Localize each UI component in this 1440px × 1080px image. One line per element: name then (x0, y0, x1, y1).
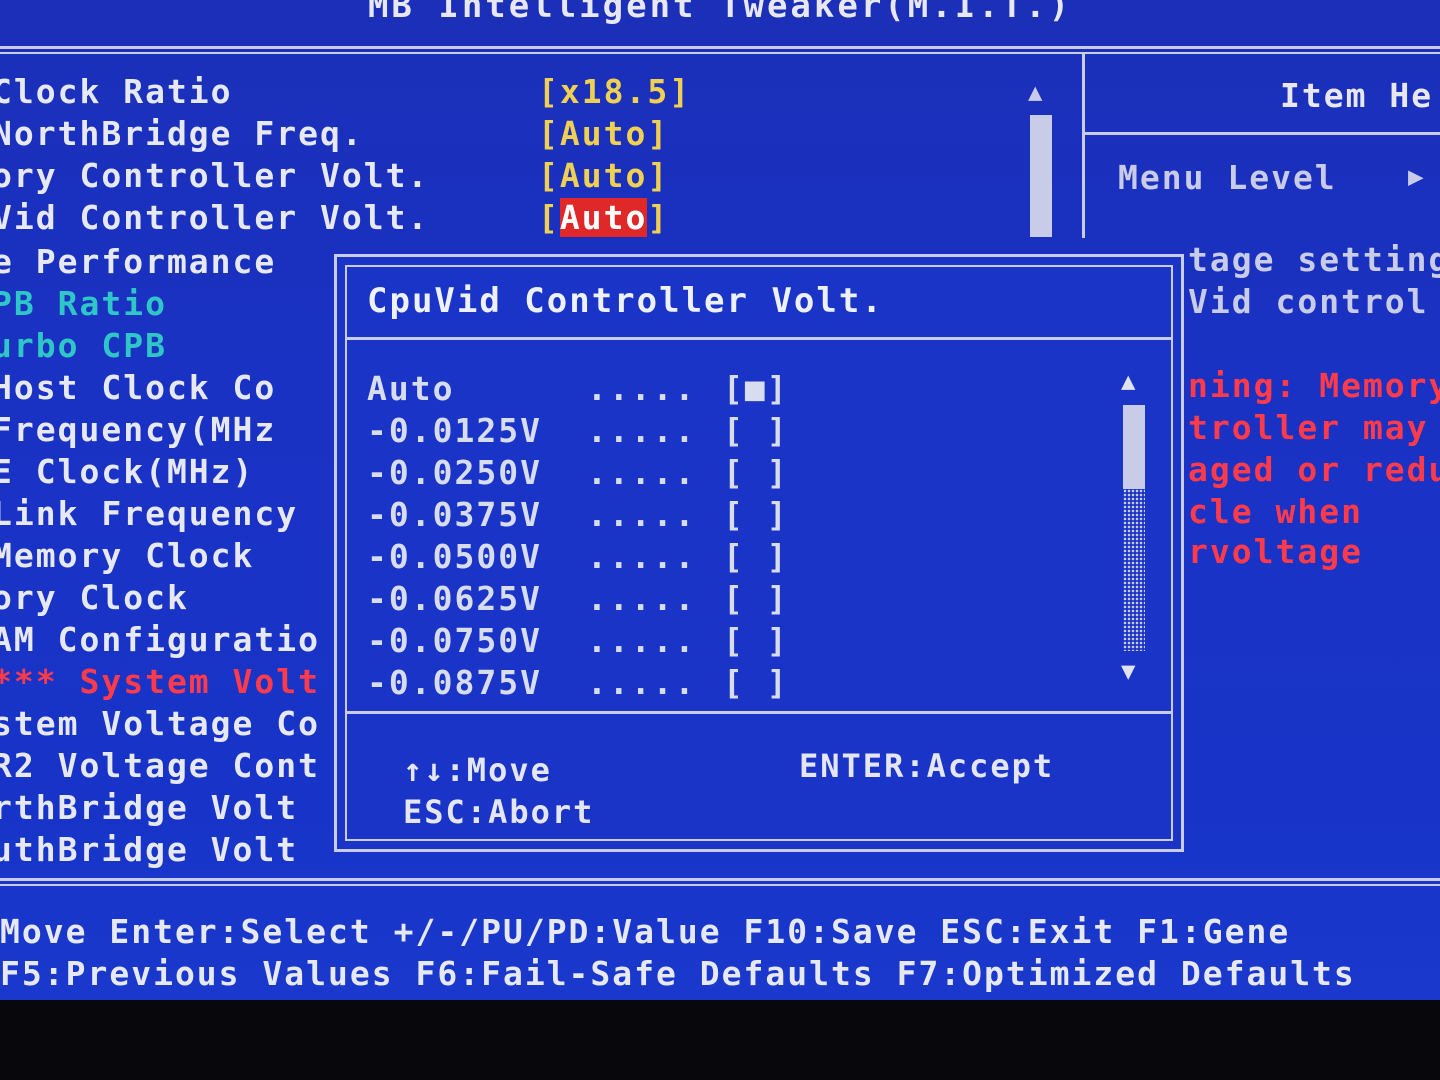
setting-label: AM Configuratio (0, 620, 321, 659)
option-dots: ..... (587, 579, 697, 618)
help-header: Item He (1280, 76, 1434, 115)
help-warning-text: aged or redu (1188, 450, 1440, 489)
setting-label: uthBridge Volt (0, 830, 299, 869)
bottom-divider (0, 878, 1440, 881)
setting-label: R2 Voltage Cont (0, 746, 321, 785)
option-dots: ..... (587, 411, 697, 450)
bios-screen: MB Intelligent Tweaker(M.I.T.) Clock Rat… (0, 0, 1440, 1000)
scroll-up-icon[interactable]: ▲ (1028, 78, 1042, 106)
hint-abort: ESC:Abort (403, 793, 595, 831)
option-dots: ..... (587, 621, 697, 660)
option-label: -0.0500V (367, 537, 542, 576)
arrow-right-icon: ▶ (1408, 162, 1424, 192)
help-text: Vid control (1188, 282, 1429, 321)
option-checkbox[interactable]: [ ] (723, 621, 789, 660)
bottom-divider-inner (0, 884, 1440, 886)
option-checkbox[interactable]: [ ] (723, 495, 789, 534)
option-label: -0.0875V (367, 663, 542, 702)
hint-move: ↑↓:Move (403, 751, 552, 789)
setting-value[interactable]: [Auto] (538, 114, 669, 153)
option-dots: ..... (587, 537, 697, 576)
monitor-bezel (0, 1000, 1440, 1080)
setting-row[interactable]: ory Controller Volt. [Auto] (0, 156, 1030, 196)
option-checkbox[interactable]: [ ] (723, 453, 789, 492)
help-warning-text: ning: Memory (1188, 366, 1440, 405)
dialog-scrollbar-thumb[interactable] (1123, 405, 1145, 489)
setting-label: Memory Clock (0, 536, 255, 575)
option-checkbox[interactable]: [ ] (723, 537, 789, 576)
dialog-title: CpuVid Controller Volt. (367, 281, 884, 321)
option-checkbox[interactable]: [ ] (723, 411, 789, 450)
dialog-scrollbar-track[interactable] (1123, 489, 1145, 651)
footer-keys-line2: F5:Previous Values F6:Fail-Safe Defaults… (0, 954, 1356, 993)
help-header-divider (1085, 132, 1440, 135)
setting-label: E Clock(MHz) (0, 452, 255, 491)
footer-keys-line1: Move Enter:Select +/-/PU/PD:Value F10:Sa… (0, 912, 1291, 951)
setting-label: ory Controller Volt. (0, 156, 430, 195)
top-divider (0, 46, 1440, 49)
setting-value[interactable]: [Auto] (538, 156, 669, 195)
option-label: Auto (367, 369, 455, 408)
setting-label: e Performance (0, 242, 277, 281)
option-label: -0.0750V (367, 621, 542, 660)
option-checkbox[interactable]: [ ] (723, 663, 789, 702)
bracket-close: ] (647, 198, 670, 237)
help-warning-text: cle when (1188, 492, 1363, 531)
setting-label: rthBridge Volt (0, 788, 299, 827)
bracket-open: [ (538, 198, 560, 237)
option-dialog: CpuVid Controller Volt. Auto ..... [■] -… (334, 254, 1184, 852)
option-dots: ..... (587, 663, 697, 702)
setting-row[interactable]: Clock Ratio [x18.5] (0, 72, 1030, 112)
help-text: tage setting (1188, 240, 1440, 279)
dialog-divider (345, 337, 1173, 340)
menu-level-label: Menu Level (1118, 158, 1337, 197)
option-label: -0.0125V (367, 411, 542, 450)
scroll-down-icon[interactable]: ▼ (1121, 657, 1135, 685)
setting-label: Clock Ratio (0, 72, 233, 111)
option-dots: ..... (587, 453, 697, 492)
setting-row[interactable]: NorthBridge Freq. [Auto] (0, 114, 1030, 154)
setting-label: PB Ratio (0, 284, 167, 323)
option-dots: ..... (587, 495, 697, 534)
dialog-divider (345, 711, 1173, 714)
help-warning-text: rvoltage (1188, 532, 1363, 571)
setting-value-selected[interactable]: [Auto] (538, 198, 669, 237)
setting-label: ory Clock (0, 578, 189, 617)
hint-accept: ENTER:Accept (799, 747, 1055, 785)
setting-value[interactable]: [x18.5] (538, 72, 691, 111)
value-highlight: Auto (559, 198, 648, 237)
section-label: *** System Volt (0, 662, 321, 701)
setting-row-selected[interactable]: Vid Controller Volt. [Auto] (0, 198, 1030, 238)
scrollbar-thumb[interactable] (1030, 115, 1052, 237)
option-label: -0.0375V (367, 495, 542, 534)
setting-label: Host Clock Co (0, 368, 277, 407)
setting-label: stem Voltage Co (0, 704, 321, 743)
top-divider-inner (0, 52, 1440, 54)
setting-label: Frequency(MHz (0, 410, 277, 449)
setting-label: NorthBridge Freq. (0, 114, 364, 153)
setting-label: Link Frequency (0, 494, 299, 533)
help-warning-text: troller may (1188, 408, 1429, 447)
scroll-up-icon[interactable]: ▲ (1121, 367, 1135, 395)
option-dots: ..... (587, 369, 697, 408)
option-checkbox[interactable]: [■] (723, 369, 789, 408)
option-label: -0.0625V (367, 579, 542, 618)
help-panel-divider (1082, 52, 1085, 238)
setting-label: urbo CPB (0, 326, 167, 365)
setting-label: Vid Controller Volt. (0, 198, 430, 237)
option-label: -0.0250V (367, 453, 542, 492)
option-checkbox[interactable]: [ ] (723, 579, 789, 618)
window-title: MB Intelligent Tweaker(M.I.T.) (367, 0, 1073, 26)
